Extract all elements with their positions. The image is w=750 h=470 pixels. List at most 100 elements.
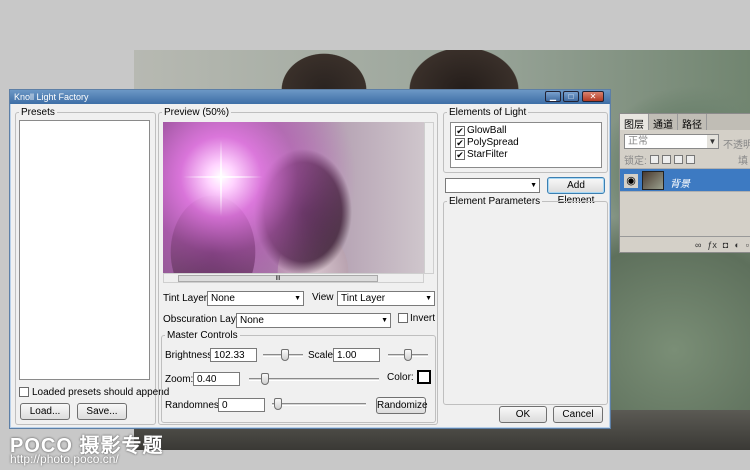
view-label: View xyxy=(312,292,334,303)
layer-thumbnail xyxy=(642,171,664,190)
link-icon[interactable]: ∞ xyxy=(695,240,701,250)
light-flare xyxy=(183,176,263,178)
fx-icon[interactable]: ƒx xyxy=(707,240,717,250)
save-button[interactable]: Save... xyxy=(77,403,127,420)
light-flare-vertical xyxy=(220,140,222,216)
randomize-button[interactable]: Randomize xyxy=(376,397,428,414)
elements-list[interactable]: ✔ GlowBall ✔ PolySpread ✔ StarFilter xyxy=(450,122,602,168)
polyspread-checkbox[interactable]: ✔ xyxy=(455,138,465,148)
tab-paths[interactable]: 路径 xyxy=(678,114,707,131)
append-presets-label: Loaded presets should append xyxy=(32,387,170,398)
starfilter-checkbox[interactable]: ✔ xyxy=(455,150,465,160)
preview-vertical-scrollbar[interactable] xyxy=(424,122,434,274)
brightness-slider[interactable] xyxy=(263,349,303,361)
chevron-down-icon: ▼ xyxy=(530,182,537,189)
ok-button[interactable]: OK xyxy=(499,406,547,423)
invert-checkbox[interactable] xyxy=(398,313,408,323)
dialog-title: Knoll Light Factory xyxy=(14,92,89,102)
minimize-button[interactable]: ▁ xyxy=(545,91,561,102)
chevron-down-icon: ▼ xyxy=(707,135,718,148)
knoll-light-factory-dialog: Knoll Light Factory ▁ □ ✕ Presets Loaded… xyxy=(9,89,611,429)
scale-input[interactable] xyxy=(333,348,380,362)
layers-panel-footer: ∞ ƒx ◘ ◐ ▫ xyxy=(620,236,750,252)
tab-channels[interactable]: 通道 xyxy=(649,114,678,131)
brightness-label: Brightness: xyxy=(165,350,216,361)
chevron-down-icon: ▼ xyxy=(381,317,388,324)
element-type-select[interactable]: ▼ xyxy=(445,178,540,193)
scroll-grip: III xyxy=(275,276,281,282)
list-item[interactable]: ✔ StarFilter xyxy=(455,149,508,160)
layers-panel: 图层 通道 路径 正常 ▼ 不透明度 锁定: 填充 ◉ 背景 ∞ ƒx ◘ ◐ … xyxy=(619,113,750,253)
master-controls-legend: Master Controls xyxy=(167,330,238,341)
dialog-titlebar[interactable]: Knoll Light Factory xyxy=(10,90,610,104)
obscuration-layer-value: None xyxy=(240,315,264,326)
minimize-icon: ▁ xyxy=(549,92,557,101)
randomness-slider[interactable] xyxy=(272,398,366,410)
obscuration-layer-select[interactable]: None ▼ xyxy=(236,313,391,328)
lock-controls: 锁定: xyxy=(624,152,695,167)
mask-icon[interactable]: ◘ xyxy=(723,240,728,250)
zoom-input[interactable] xyxy=(193,372,240,386)
add-element-button[interactable]: Add Element xyxy=(547,177,605,206)
layer-name: 背景 xyxy=(670,179,690,190)
slider-track xyxy=(272,403,366,406)
preview-horizontal-scrollbar[interactable]: III xyxy=(163,273,424,283)
close-icon: ✕ xyxy=(589,92,597,101)
cancel-button[interactable]: Cancel xyxy=(553,406,603,423)
adjustment-icon[interactable]: ◐ xyxy=(734,240,739,250)
zoom-label: Zoom: xyxy=(165,374,194,385)
scale-slider[interactable] xyxy=(388,349,428,361)
element-parameters-legend: Element Parameters xyxy=(449,196,541,207)
tab-layers[interactable]: 图层 xyxy=(620,114,649,131)
layer-row-background[interactable]: ◉ 背景 xyxy=(620,168,750,192)
lock-label: 锁定: xyxy=(624,156,647,167)
element-label: GlowBall xyxy=(467,125,507,136)
color-swatch[interactable] xyxy=(417,370,431,384)
append-presets-checkbox[interactable] xyxy=(19,387,29,397)
lock-brush-icon[interactable] xyxy=(661,155,671,164)
opacity-label: 不透明度 xyxy=(723,140,750,151)
new-layer-icon[interactable]: ▫ xyxy=(746,240,749,250)
lock-transparency-icon[interactable] xyxy=(649,155,659,164)
preview-legend: Preview (50%) xyxy=(164,107,230,118)
slider-thumb[interactable] xyxy=(281,349,289,361)
view-value: Tint Layer xyxy=(341,293,386,304)
obscuration-layer-label: Obscuration Layer xyxy=(163,314,245,325)
chevron-down-icon: ▼ xyxy=(425,295,432,302)
presets-list[interactable] xyxy=(19,120,150,380)
tint-layer-value: None xyxy=(211,293,235,304)
blend-mode-value: 正常 xyxy=(628,136,648,147)
invert-label: Invert xyxy=(410,313,436,324)
watermark-url: http://photo.poco.cn/ xyxy=(10,452,119,466)
lock-all-icon[interactable] xyxy=(685,155,695,164)
elements-legend: Elements of Light xyxy=(449,107,527,118)
scale-label: Scale: xyxy=(308,350,336,361)
eye-icon[interactable]: ◉ xyxy=(624,174,638,188)
color-label: Color: xyxy=(387,372,414,383)
tint-layer-label: Tint Layer xyxy=(163,293,208,304)
tint-layer-select[interactable]: None ▼ xyxy=(207,291,304,306)
glowball-checkbox[interactable]: ✔ xyxy=(455,126,465,136)
zoom-slider[interactable] xyxy=(249,373,379,385)
scroll-thumb[interactable]: III xyxy=(178,275,378,282)
layers-panel-tabs: 图层 通道 路径 xyxy=(620,114,750,131)
brightness-input[interactable] xyxy=(210,348,257,362)
lock-move-icon[interactable] xyxy=(673,155,683,164)
list-item[interactable]: ✔ PolySpread xyxy=(455,137,519,148)
slider-thumb[interactable] xyxy=(274,398,282,410)
load-button[interactable]: Load... xyxy=(20,403,70,420)
blend-mode-select[interactable]: 正常 ▼ xyxy=(624,134,719,149)
close-button[interactable]: ✕ xyxy=(582,91,604,102)
presets-legend: Presets xyxy=(21,107,55,118)
element-parameters-group: Element Parameters xyxy=(443,196,608,405)
maximize-icon: □ xyxy=(568,92,574,101)
list-item[interactable]: ✔ GlowBall xyxy=(455,125,506,136)
element-label: PolySpread xyxy=(467,137,519,148)
maximize-button[interactable]: □ xyxy=(563,91,579,102)
view-select[interactable]: Tint Layer ▼ xyxy=(337,291,435,306)
element-label: StarFilter xyxy=(467,149,508,160)
preview-image[interactable] xyxy=(163,122,424,274)
slider-thumb[interactable] xyxy=(404,349,412,361)
randomness-input[interactable] xyxy=(218,398,265,412)
slider-thumb[interactable] xyxy=(261,373,269,385)
